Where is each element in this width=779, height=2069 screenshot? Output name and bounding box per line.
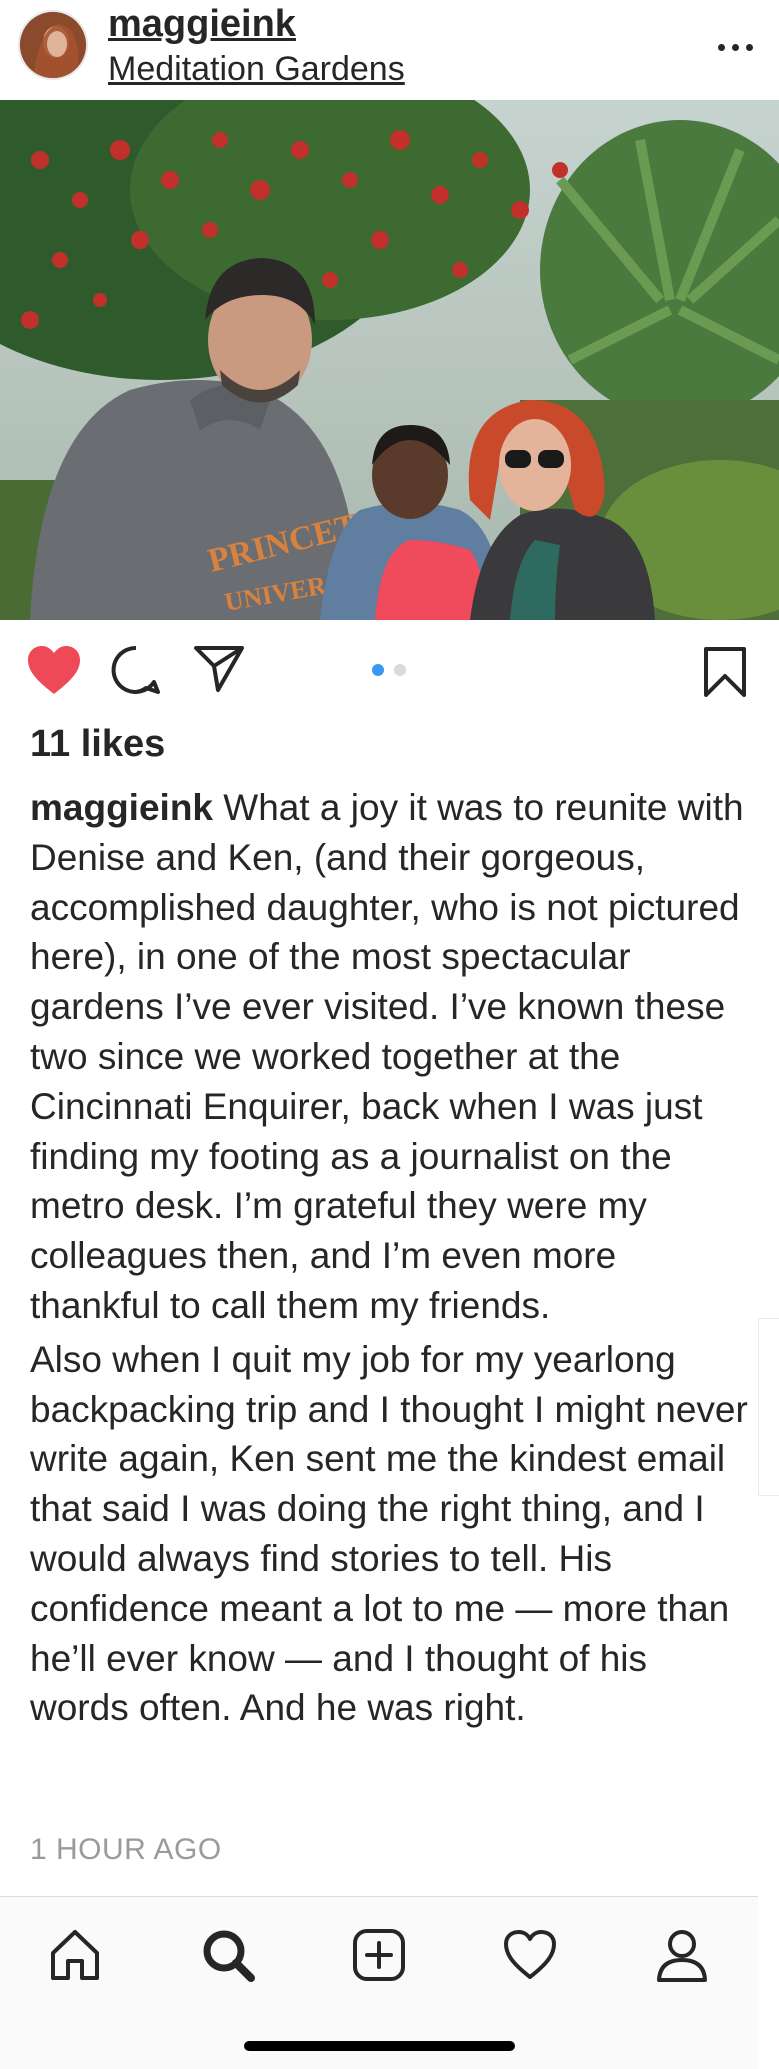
- post-photo[interactable]: PRINCETON UNIVERSITY: [0, 100, 779, 620]
- more-dot: [732, 44, 739, 51]
- scroll-edge: [758, 1318, 779, 1496]
- add-post-icon: [353, 1929, 405, 1981]
- caption-text-2: Also when I quit my job for my yearlong …: [30, 1338, 748, 1729]
- share-button[interactable]: [192, 642, 246, 696]
- heart-filled-icon: [28, 646, 80, 694]
- search-icon: [203, 1930, 255, 1982]
- home-icon: [51, 1930, 99, 1980]
- likes-count[interactable]: 11 likes: [30, 723, 165, 766]
- carousel-dot-active: [372, 664, 384, 676]
- like-button[interactable]: [26, 644, 82, 696]
- avatar[interactable]: [20, 12, 86, 78]
- comment-button[interactable]: [110, 644, 162, 696]
- carousel-indicator: [372, 664, 412, 678]
- carousel-dot: [394, 664, 406, 676]
- tab-home[interactable]: [47, 1927, 103, 1983]
- heart-outline-icon: [504, 1930, 556, 1979]
- location-link[interactable]: Meditation Gardens: [108, 50, 405, 89]
- tab-profile[interactable]: [654, 1927, 710, 1983]
- username-link[interactable]: maggieink: [108, 3, 296, 46]
- caption-username[interactable]: maggieink: [30, 787, 213, 828]
- caption-text: What a joy it was to reunite with Denise…: [30, 787, 744, 1326]
- tab-activity[interactable]: [502, 1927, 558, 1983]
- send-icon: [194, 646, 244, 692]
- more-dot: [746, 44, 753, 51]
- post-header: maggieink Meditation Gardens: [0, 0, 779, 100]
- post-caption: maggieink What a joy it was to reunite w…: [30, 783, 750, 1733]
- more-options-button[interactable]: [714, 22, 758, 52]
- save-button[interactable]: [703, 646, 747, 698]
- home-indicator[interactable]: [244, 2041, 515, 2051]
- comment-icon: [111, 645, 160, 694]
- more-horizontal-icon: [718, 44, 725, 51]
- tab-search[interactable]: [200, 1927, 256, 1983]
- profile-icon: [657, 1930, 707, 1982]
- post-timestamp: 1 HOUR AGO: [30, 1833, 222, 1866]
- tab-new-post[interactable]: [351, 1927, 407, 1983]
- bookmark-icon: [704, 647, 746, 697]
